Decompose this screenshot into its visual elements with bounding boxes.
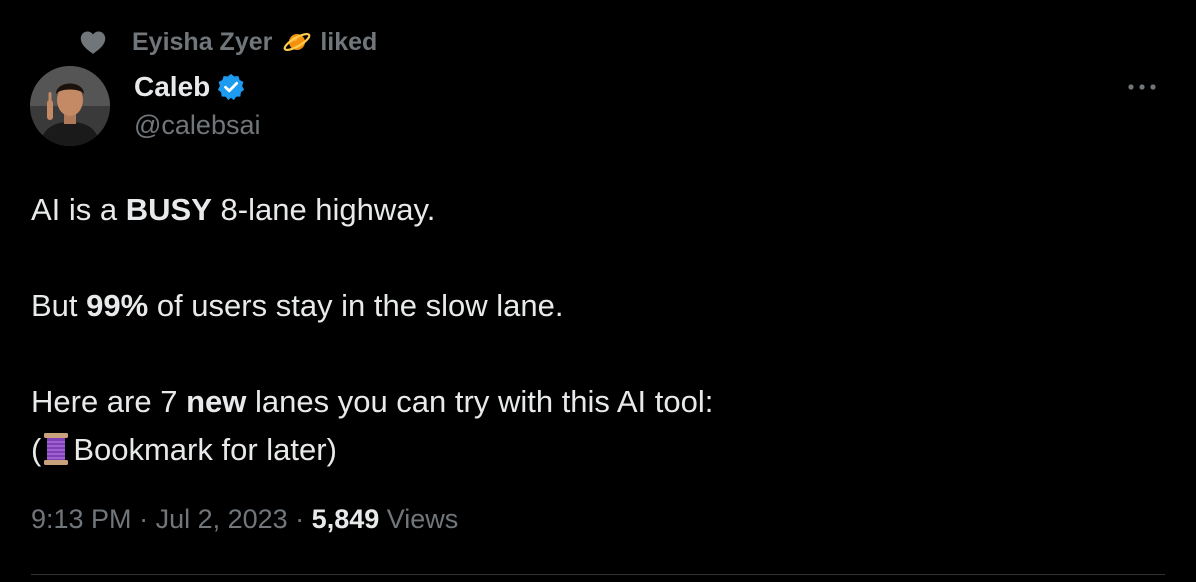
- tweet-line-2: But 99% of users stay in the slow lane.: [31, 282, 1151, 330]
- tweet-text-segment: (: [31, 432, 42, 467]
- social-context-action: liked: [320, 27, 378, 56]
- thread-spool-icon: [43, 432, 69, 466]
- views-label: Views: [379, 504, 459, 534]
- tweet-time[interactable]: 9:13 PM: [31, 504, 132, 535]
- tweet-text-segment: lanes you can try with this AI tool:: [246, 384, 714, 419]
- tweet-text-segment: 8-lane highway.: [211, 192, 436, 227]
- verified-badge-icon: [216, 71, 248, 103]
- meta-separator: ·: [287, 504, 312, 534]
- more-options-icon[interactable]: [1122, 70, 1162, 104]
- author-display-name[interactable]: Caleb: [134, 71, 210, 103]
- tweet-text-bold: new: [186, 384, 247, 419]
- social-context: Eyisha Zyer liked: [78, 26, 377, 58]
- tweet-text-segment: But: [31, 288, 87, 323]
- author-handle[interactable]: @calebsai: [134, 110, 260, 141]
- avatar[interactable]: [30, 66, 110, 146]
- tweet-text-segment: Here are 7: [31, 384, 187, 419]
- divider: [31, 574, 1165, 575]
- tweet-line-1: AI is a BUSY 8-lane highway.: [31, 186, 1151, 234]
- tweet-text-segment: Bookmark for later): [73, 432, 337, 467]
- tweet-line-4: ( Bookmark for later): [31, 426, 1151, 474]
- social-context-user[interactable]: Eyisha Zyer: [132, 28, 272, 57]
- heart-icon: [78, 27, 108, 57]
- tweet-text: AI is a BUSY 8-lane highway. But 99% of …: [31, 186, 1151, 474]
- tweet-text-bold: 99%: [86, 288, 149, 323]
- views-count[interactable]: 5,849: [312, 504, 380, 535]
- tweet-text-bold: BUSY: [125, 192, 212, 227]
- tweet-metadata: 9:13 PM · Jul 2, 2023 · 5,849 Views: [31, 504, 458, 535]
- meta-separator: ·: [131, 504, 156, 534]
- ringed-planet-icon: [282, 27, 312, 57]
- tweet-line-3: Here are 7 new lanes you can try with th…: [31, 378, 1151, 426]
- tweet-text-segment: AI is a: [31, 192, 126, 227]
- tweet-text-segment: of users stay in the slow lane.: [148, 288, 564, 323]
- author-name-row[interactable]: Caleb: [134, 68, 248, 106]
- tweet-date[interactable]: Jul 2, 2023: [156, 504, 288, 535]
